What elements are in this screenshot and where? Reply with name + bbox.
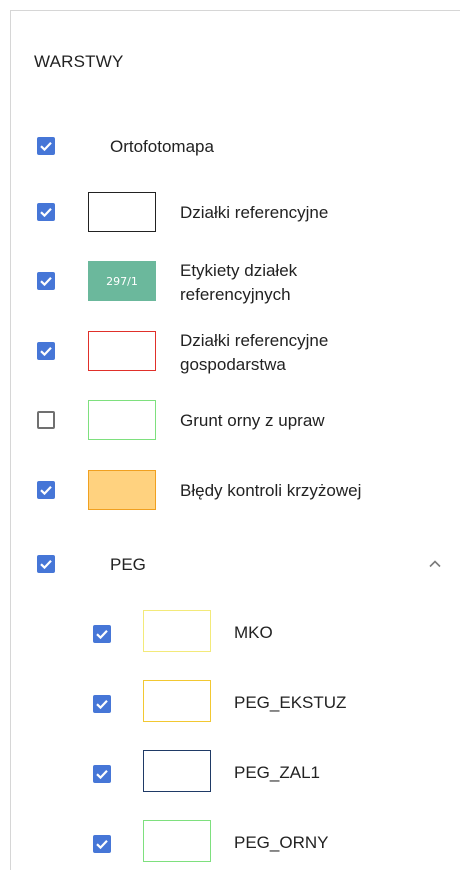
check-icon	[40, 142, 52, 152]
checkbox-dzialki-referencyjne[interactable]	[37, 203, 55, 221]
layer-label-ortofotomapa: Ortofotomapa	[110, 137, 214, 156]
layer-row-etykiety[interactable]: 297/1 Etykiety działek referencyjnych	[11, 261, 451, 304]
checkbox-peg[interactable]	[37, 555, 55, 573]
checkbox-etykiety[interactable]	[37, 272, 55, 290]
layer-row-dzialki-referencyjne[interactable]: Działki referencyjne	[11, 192, 451, 232]
layer-row-mko[interactable]: MKO	[11, 610, 451, 652]
check-icon	[40, 560, 52, 570]
check-icon	[40, 486, 52, 496]
legend-swatch-peg-orny	[143, 820, 211, 862]
check-icon	[96, 700, 108, 710]
layer-label-dzialki-gospodarstwa-line1: Działki referencyjne	[180, 331, 329, 350]
layer-group-peg[interactable]: PEG	[11, 544, 451, 584]
layer-row-bledy-kontroli[interactable]: Błędy kontroli krzyżowej	[11, 470, 451, 510]
layer-label-mko: MKO	[234, 623, 273, 642]
legend-swatch-dzialki-referencyjne	[88, 192, 156, 232]
layer-row-grunt-orny[interactable]: Grunt orny z upraw	[11, 400, 451, 440]
layer-row-dzialki-gospodarstwa[interactable]: Działki referencyjne gospodarstwa	[11, 331, 451, 374]
layer-label-peg-zal1: PEG_ZAL1	[234, 763, 320, 782]
layer-row-peg-orny[interactable]: PEG_ORNY	[11, 820, 451, 862]
legend-swatch-dzialki-gospodarstwa	[88, 331, 156, 371]
check-icon	[96, 840, 108, 850]
chevron-up-icon[interactable]	[427, 556, 443, 572]
check-icon	[96, 770, 108, 780]
check-icon	[40, 208, 52, 218]
layer-label-bledy-kontroli: Błędy kontroli krzyżowej	[180, 481, 362, 500]
legend-swatch-grunt-orny	[88, 400, 156, 440]
legend-swatch-bledy-kontroli	[88, 470, 156, 510]
checkbox-peg-zal1[interactable]	[93, 765, 111, 783]
check-icon	[40, 347, 52, 357]
checkbox-mko[interactable]	[93, 625, 111, 643]
checkbox-peg-ekstuz[interactable]	[93, 695, 111, 713]
layer-label-etykiety-line2: referencyjnych	[180, 285, 291, 304]
layer-row-ortofotomapa[interactable]: Ortofotomapa	[11, 126, 451, 166]
checkbox-bledy-kontroli[interactable]	[37, 481, 55, 499]
layer-label-grunt-orny: Grunt orny z upraw	[180, 411, 325, 430]
legend-swatch-mko	[143, 610, 211, 652]
layer-label-peg-orny: PEG_ORNY	[234, 833, 329, 852]
legend-swatch-peg-zal1	[143, 750, 211, 792]
checkbox-grunt-orny[interactable]	[37, 411, 55, 429]
legend-swatch-peg-ekstuz	[143, 680, 211, 722]
layer-group-label-peg: PEG	[110, 555, 146, 574]
layer-label-peg-ekstuz: PEG_EKSTUZ	[234, 693, 347, 712]
check-icon	[40, 277, 52, 287]
layer-label-etykiety-line1: Etykiety działek	[180, 261, 298, 280]
layer-label-dzialki-referencyjne: Działki referencyjne	[180, 203, 329, 222]
panel-title: WARSTWY	[34, 52, 124, 71]
layers-panel: WARSTWY Ortofotomapa Działki referencyjn…	[10, 10, 460, 870]
check-icon	[96, 630, 108, 640]
legend-swatch-etykiety: 297/1	[88, 261, 156, 301]
layer-row-peg-zal1[interactable]: PEG_ZAL1	[11, 750, 451, 792]
checkbox-ortofotomapa[interactable]	[37, 137, 55, 155]
checkbox-peg-orny[interactable]	[93, 835, 111, 853]
layer-label-dzialki-gospodarstwa-line2: gospodarstwa	[180, 355, 286, 374]
layer-row-peg-ekstuz[interactable]: PEG_EKSTUZ	[11, 680, 451, 722]
checkbox-dzialki-gospodarstwa[interactable]	[37, 342, 55, 360]
